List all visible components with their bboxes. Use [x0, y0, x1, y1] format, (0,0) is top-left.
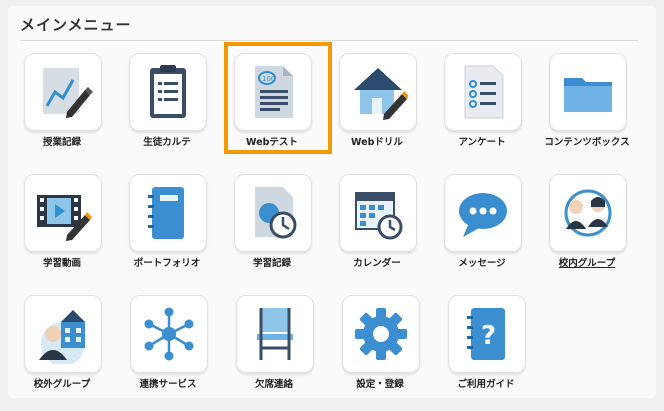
house-pen-icon — [354, 68, 408, 120]
menu-item-label: Webドリル — [351, 137, 403, 148]
tile[interactable] — [549, 174, 627, 252]
menu-item-label: アンケート — [458, 137, 506, 148]
menu-item-calendar[interactable]: カレンダー — [331, 169, 436, 290]
menu-item-settings[interactable]: 設定・登録 — [334, 290, 440, 411]
menu-item-label: カレンダー — [353, 258, 401, 269]
title-divider — [20, 40, 638, 41]
chat-bubble-icon — [459, 193, 507, 237]
menu-item-class-record[interactable]: 授業記録 — [16, 48, 121, 169]
tile[interactable] — [549, 53, 627, 131]
menu-item-label: ポートフォリオ — [133, 258, 201, 269]
menu-item-label: 校外グループ — [33, 379, 91, 390]
menu-item-student-chart[interactable]: 生徒カルテ — [121, 48, 226, 169]
menu-item-questionnaire[interactable]: アンケート — [436, 48, 541, 169]
tile[interactable] — [339, 53, 417, 131]
tile[interactable]: ? — [448, 295, 526, 373]
menu-item-user-guide[interactable]: ? ご利用ガイド — [440, 290, 546, 411]
svg-text:?: ? — [481, 321, 496, 351]
binder-icon — [148, 187, 184, 239]
chair-icon — [257, 308, 293, 360]
menu-item-label: 校内グループ — [558, 258, 616, 269]
tile[interactable] — [24, 295, 102, 373]
menu-item-content-box[interactable]: コンテンツボックス — [541, 48, 646, 169]
tile[interactable] — [24, 53, 102, 131]
tile[interactable] — [444, 53, 522, 131]
tile[interactable] — [129, 53, 207, 131]
checklist-icon — [464, 65, 504, 119]
tile[interactable] — [130, 295, 208, 373]
menu-item-learning-record[interactable]: 学習記録 — [226, 169, 331, 290]
menu-item-web-drill[interactable]: Webドリル — [331, 48, 436, 169]
menu-item-message[interactable]: メッセージ — [436, 169, 541, 290]
tile[interactable] — [236, 295, 314, 373]
menu-item-label: ご利用ガイド — [457, 379, 515, 390]
menu-item-label: 授業記録 — [42, 137, 81, 148]
menu-item-label: 学習記録 — [252, 258, 291, 269]
chart-pen-icon — [43, 68, 93, 118]
record-clock-icon — [255, 187, 297, 239]
menu-item-label: 連携サービス — [139, 379, 197, 390]
menu-item-outside-group[interactable]: 校外グループ — [16, 290, 122, 411]
tile[interactable] — [339, 174, 417, 252]
menu-item-absence-notice[interactable]: 欠席連絡 — [228, 290, 334, 411]
menu-item-label: コンテンツボックス — [544, 137, 630, 148]
menu-item-linked-services[interactable]: 連携サービス — [122, 290, 228, 411]
menu-item-label: 設定・登録 — [356, 379, 404, 390]
video-pen-icon — [37, 195, 92, 241]
gear-icon — [355, 308, 407, 360]
tile[interactable] — [342, 295, 420, 373]
network-icon — [144, 307, 194, 361]
menu-item-school-group[interactable]: 校内グループ — [541, 169, 646, 290]
group-people-icon — [564, 189, 612, 237]
menu-item-portfolio[interactable]: ポートフォリオ — [121, 169, 226, 290]
selection-highlight — [224, 42, 332, 154]
school-person-icon — [39, 310, 85, 364]
menu-item-label: 欠席連絡 — [254, 379, 293, 390]
tile[interactable] — [234, 174, 312, 252]
menu-item-label: メッセージ — [458, 258, 506, 269]
tile[interactable] — [129, 174, 207, 252]
calendar-clock-icon — [355, 192, 403, 240]
tile[interactable] — [444, 174, 522, 252]
menu-item-label: 生徒カルテ — [143, 137, 191, 148]
clipboard-icon — [150, 65, 186, 118]
menu-item-label: 学習動画 — [42, 258, 81, 269]
guide-icon: ? — [467, 308, 505, 360]
tile[interactable] — [24, 174, 102, 252]
folder-icon — [564, 78, 612, 112]
section-title: メインメニュー — [20, 16, 132, 34]
menu-item-learning-video[interactable]: 学習動画 — [16, 169, 121, 290]
